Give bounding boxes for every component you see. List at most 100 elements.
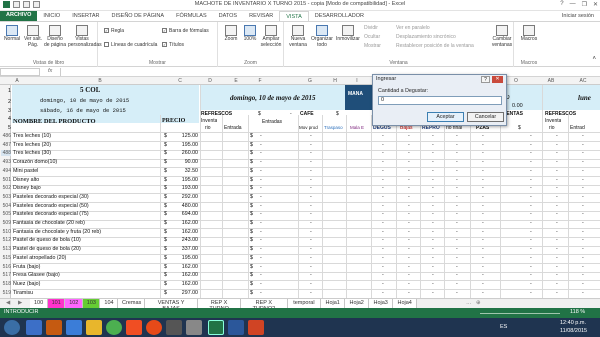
empty-value[interactable]: - bbox=[556, 281, 558, 287]
empty-value[interactable]: - bbox=[310, 194, 312, 200]
product-price[interactable]: 162.00 bbox=[174, 264, 198, 270]
empty-value[interactable]: - bbox=[432, 194, 434, 200]
formula-input[interactable] bbox=[60, 68, 600, 76]
empty-value[interactable]: - bbox=[260, 177, 262, 183]
empty-value[interactable]: - bbox=[556, 203, 558, 209]
empty-value[interactable]: - bbox=[432, 185, 434, 191]
tab-diseno[interactable]: DISEÑO DE PÁGINA bbox=[106, 13, 171, 19]
row-number[interactable]: 501 bbox=[1, 177, 11, 183]
row-number[interactable]: 494 bbox=[1, 168, 11, 174]
empty-value[interactable]: - bbox=[482, 246, 484, 252]
empty-value[interactable]: - bbox=[432, 133, 434, 139]
product-name[interactable]: Pasteles decorado especial (30) bbox=[13, 194, 159, 200]
empty-value[interactable]: - bbox=[408, 220, 410, 226]
zoom-level[interactable]: 118 % bbox=[570, 309, 585, 315]
column-header[interactable]: H bbox=[325, 78, 345, 84]
empty-value[interactable]: - bbox=[260, 290, 262, 296]
empty-value[interactable]: - bbox=[530, 133, 532, 139]
product-price[interactable]: 694.00 bbox=[174, 211, 198, 217]
empty-value[interactable]: - bbox=[456, 150, 458, 156]
empty-value[interactable]: - bbox=[582, 272, 584, 278]
empty-value[interactable]: - bbox=[432, 281, 434, 287]
empty-value[interactable]: - bbox=[482, 220, 484, 226]
row-number[interactable]: 509 bbox=[1, 220, 11, 226]
empty-value[interactable]: - bbox=[556, 133, 558, 139]
word-taskbar-icon[interactable] bbox=[228, 320, 244, 335]
empty-value[interactable]: - bbox=[408, 150, 410, 156]
empty-value[interactable]: - bbox=[432, 220, 434, 226]
column-header[interactable]: I bbox=[348, 78, 366, 84]
product-name[interactable]: Tres leches (30) bbox=[13, 150, 159, 156]
unhide-button[interactable]: Mostrar bbox=[364, 43, 381, 49]
empty-value[interactable]: - bbox=[382, 177, 384, 183]
explorer-icon[interactable] bbox=[86, 320, 102, 335]
row-number[interactable]: 515 bbox=[1, 255, 11, 261]
empty-value[interactable]: - bbox=[556, 159, 558, 165]
row-number[interactable]: 516 bbox=[1, 264, 11, 270]
empty-value[interactable]: - bbox=[260, 150, 262, 156]
empty-value[interactable]: - bbox=[482, 272, 484, 278]
row-number[interactable]: 513 bbox=[1, 246, 11, 252]
empty-value[interactable]: - bbox=[582, 220, 584, 226]
app-icon[interactable] bbox=[166, 320, 182, 335]
empty-value[interactable]: - bbox=[408, 255, 410, 261]
empty-value[interactable]: - bbox=[456, 177, 458, 183]
column-header[interactable]: G bbox=[300, 78, 320, 84]
sheet-tab[interactable]: VENTAS Y BAJAS bbox=[145, 299, 198, 312]
tab-file[interactable]: ARCHIVO bbox=[0, 11, 38, 21]
sheet-tab[interactable]: Hoja1 bbox=[321, 299, 346, 308]
empty-value[interactable]: - bbox=[456, 142, 458, 148]
empty-value[interactable]: - bbox=[310, 211, 312, 217]
empty-value[interactable]: - bbox=[482, 229, 484, 235]
product-price[interactable]: 193.00 bbox=[174, 185, 198, 191]
start-button-icon[interactable] bbox=[4, 320, 20, 335]
product-price[interactable]: 337.00 bbox=[174, 246, 198, 252]
tab-desarrollador[interactable]: DESARROLLADOR bbox=[309, 13, 370, 19]
empty-value[interactable]: - bbox=[260, 185, 262, 191]
empty-value[interactable]: - bbox=[382, 168, 384, 174]
empty-value[interactable]: - bbox=[260, 142, 262, 148]
arrange-all-button[interactable]: Organizar todo bbox=[310, 25, 334, 48]
empty-value[interactable]: - bbox=[408, 272, 410, 278]
product-price[interactable]: 90.00 bbox=[174, 159, 198, 165]
row-number[interactable]: 502 bbox=[1, 185, 11, 191]
empty-value[interactable]: - bbox=[260, 168, 262, 174]
product-price[interactable]: 162.00 bbox=[174, 220, 198, 226]
empty-value[interactable]: - bbox=[382, 194, 384, 200]
row-number[interactable]: 487 bbox=[1, 142, 11, 148]
product-name[interactable]: Tres leches (10) bbox=[13, 133, 159, 139]
empty-value[interactable]: - bbox=[382, 150, 384, 156]
row-number[interactable]: 512 bbox=[1, 237, 11, 243]
empty-value[interactable]: - bbox=[260, 237, 262, 243]
product-price[interactable]: 162.00 bbox=[174, 229, 198, 235]
page-break-button[interactable]: Ver salt. Pág. bbox=[23, 25, 43, 48]
empty-value[interactable]: - bbox=[408, 133, 410, 139]
empty-value[interactable]: - bbox=[556, 264, 558, 270]
formula-bar-checkbox[interactable]: ✓ Barra de fórmulas bbox=[162, 28, 209, 34]
empty-value[interactable]: - bbox=[260, 255, 262, 261]
empty-value[interactable]: - bbox=[408, 159, 410, 165]
add-sheet-icon[interactable]: ⊕ bbox=[472, 299, 485, 308]
empty-value[interactable]: - bbox=[556, 246, 558, 252]
empty-value[interactable]: - bbox=[260, 229, 262, 235]
sheet-tab[interactable]: Cremas bbox=[118, 299, 146, 308]
empty-value[interactable]: - bbox=[582, 168, 584, 174]
empty-value[interactable]: - bbox=[408, 264, 410, 270]
empty-value[interactable]: - bbox=[260, 211, 262, 217]
gridlines-checkbox[interactable]: Líneas de cuadrícula bbox=[104, 42, 157, 48]
empty-value[interactable]: - bbox=[482, 177, 484, 183]
empty-value[interactable]: - bbox=[408, 229, 410, 235]
sheet-tab[interactable]: 101 bbox=[47, 299, 66, 308]
empty-value[interactable]: - bbox=[310, 246, 312, 252]
empty-value[interactable]: - bbox=[310, 264, 312, 270]
help-button[interactable]: ? bbox=[560, 1, 563, 8]
tab-formulas[interactable]: FÓRMULAS bbox=[170, 13, 213, 19]
empty-value[interactable]: - bbox=[482, 281, 484, 287]
chrome-icon[interactable] bbox=[106, 320, 122, 335]
close-button[interactable]: ✕ bbox=[593, 1, 598, 8]
row-number[interactable]: 488 bbox=[1, 150, 11, 157]
tab-insertar[interactable]: INSERTAR bbox=[66, 13, 105, 19]
empty-value[interactable]: - bbox=[310, 229, 312, 235]
empty-value[interactable]: - bbox=[456, 220, 458, 226]
empty-value[interactable]: - bbox=[556, 194, 558, 200]
